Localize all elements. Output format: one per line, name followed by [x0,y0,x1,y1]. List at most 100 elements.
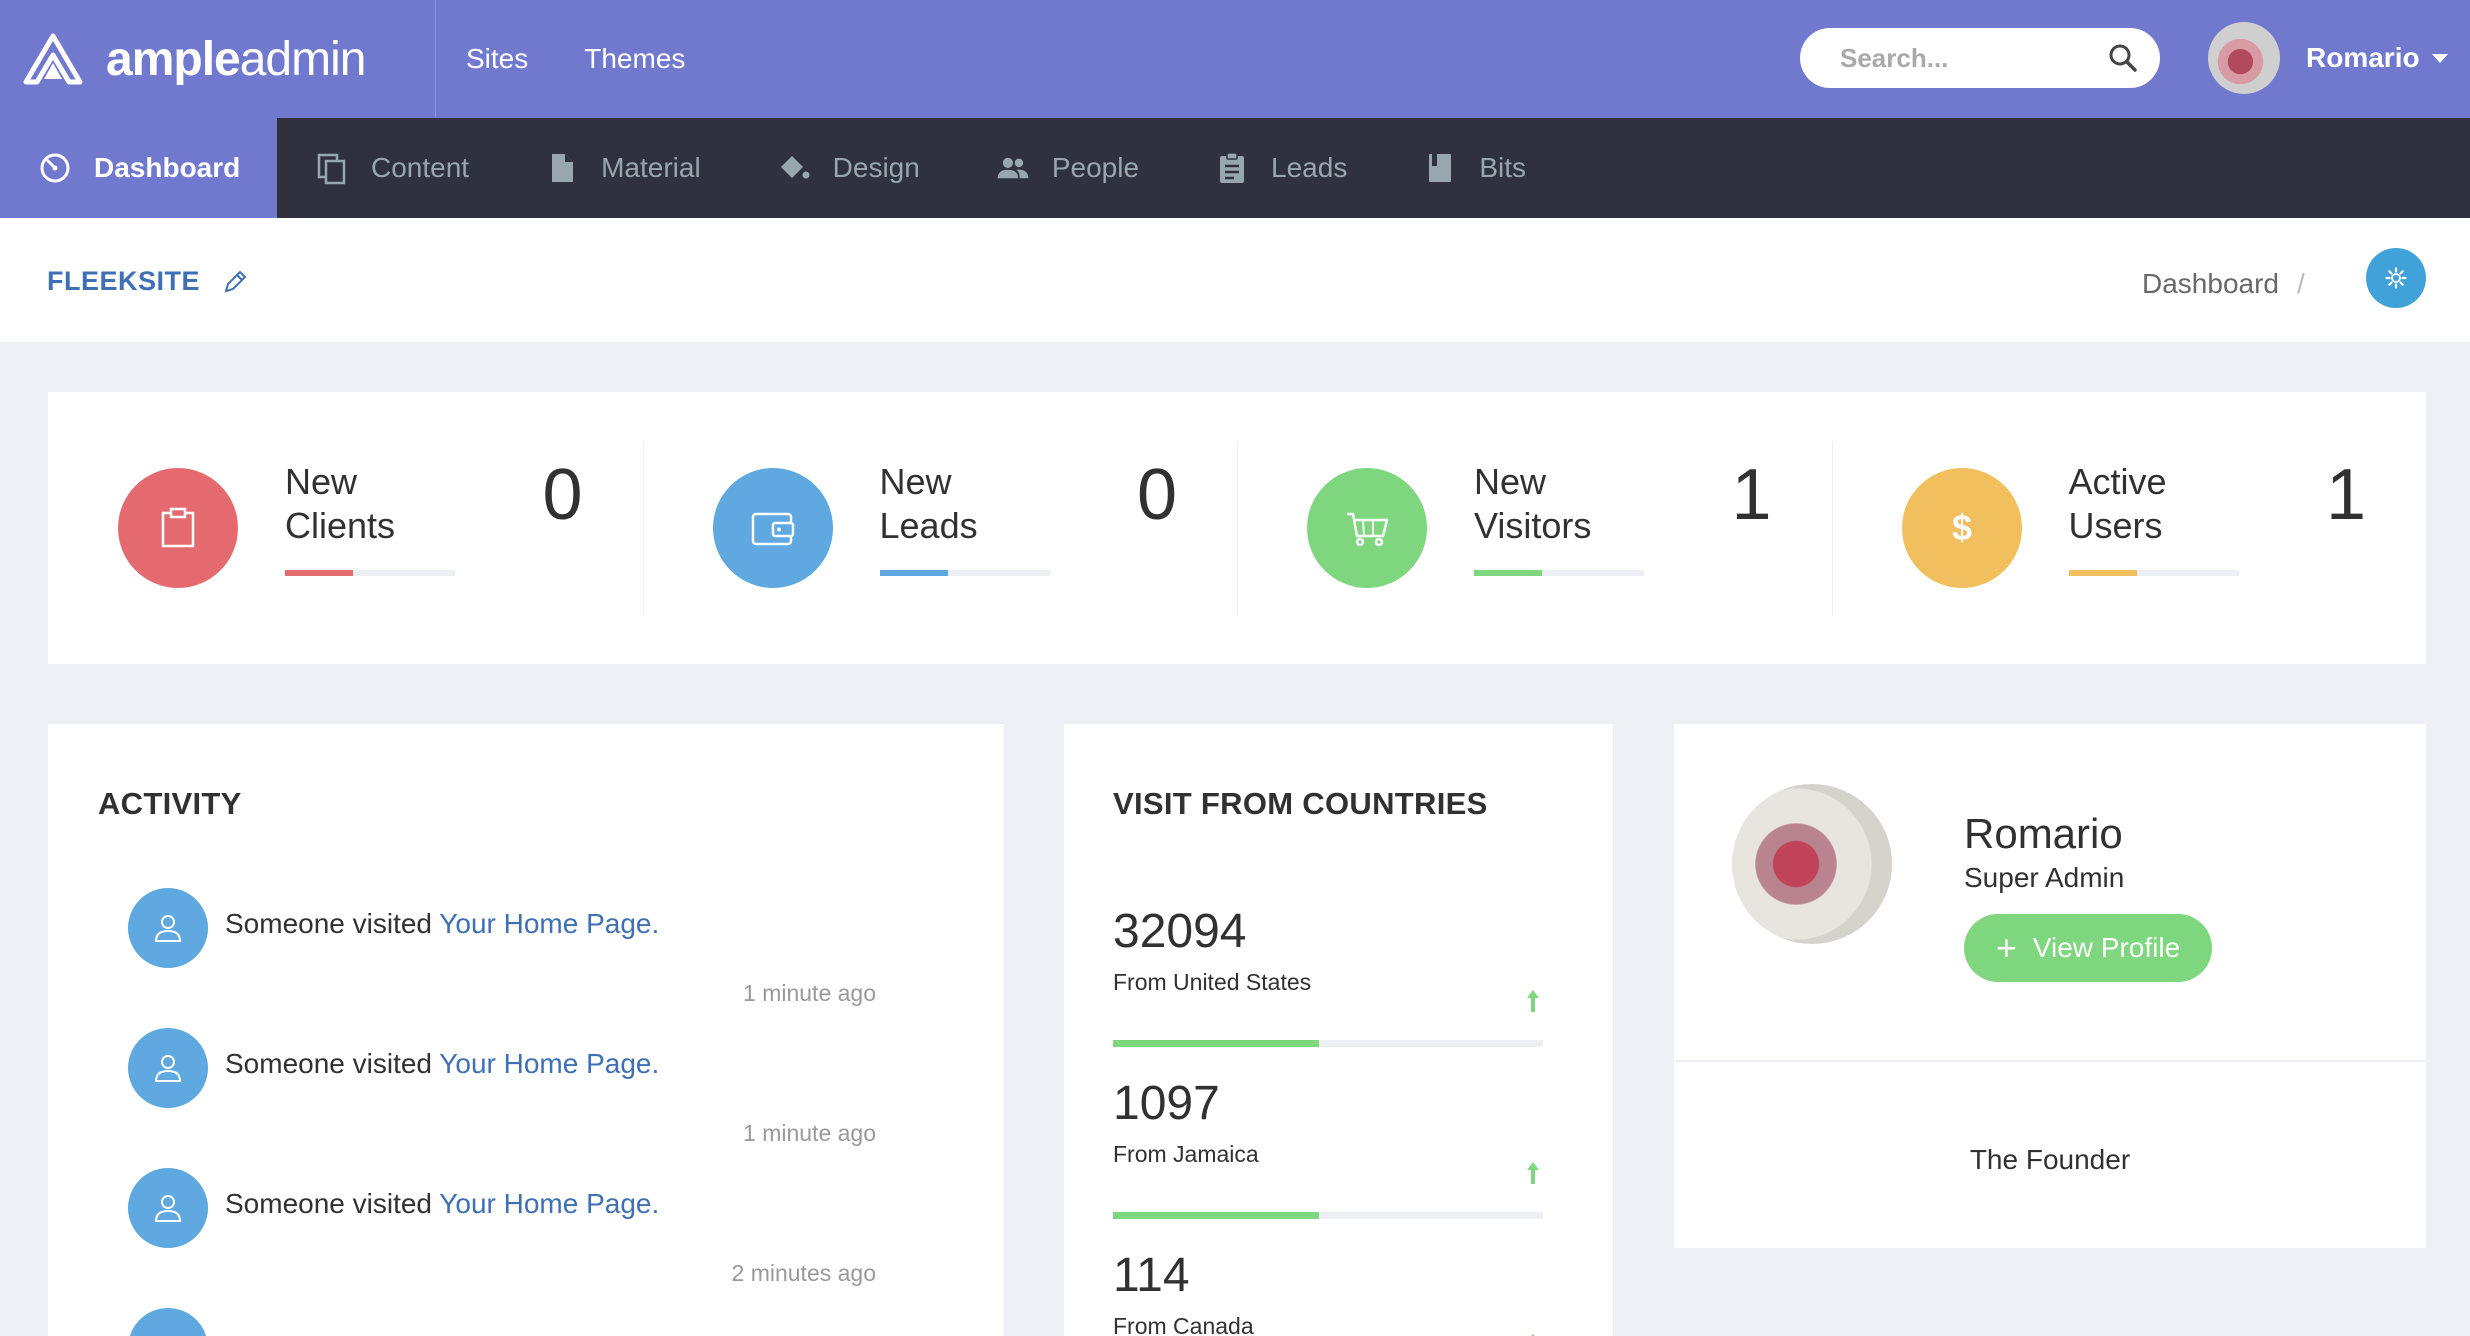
search-icon[interactable] [2108,43,2138,73]
nav-material[interactable]: Material [507,118,739,218]
activity-time: 1 minute ago [743,980,876,1006]
country-progress-fill [1113,1040,1320,1047]
profile-avatar[interactable] [1732,784,1892,944]
people-icon [996,151,1030,185]
stat-value: 1 [1731,455,1772,535]
page-header: FLEEKSITE Dashboard / [0,218,2470,342]
activity-card: ACTIVITY Someone visited Your Home Page.… [48,724,1004,1336]
nav-people[interactable]: People [958,118,1177,218]
nav-content[interactable]: Content [277,118,507,218]
country-progress [1113,1212,1543,1219]
stat-progress-fill [1474,570,1542,576]
nav-label: Content [371,152,470,183]
user-avatar-icon [128,1028,208,1108]
search-box [1800,28,2160,88]
stats-panel: New Clients 0 New Leads 0 New Visitors 1… [48,392,2426,664]
country-row: 114 From Canada [1113,1248,1543,1336]
ample-logo-icon [23,33,83,85]
top-nav-themes[interactable]: Themes [584,43,685,75]
nav-label: Design [832,152,920,183]
activity-link[interactable]: Your Home Page. [439,1048,659,1079]
activity-text: Someone visited Your Home Page. [225,908,660,939]
nav-label: People [1051,152,1140,183]
dollar-icon: $ [1951,507,1971,548]
logo[interactable]: ampleadmin [0,0,436,118]
design-icon [777,151,811,185]
nav-bits[interactable]: Bits [1385,118,1564,218]
content-icon [315,151,349,185]
list-item: Someone visited Your Home Page. 1 minute… [128,1028,958,1158]
nav-design[interactable]: Design [739,118,958,218]
profile-header: Romario Super Admin + View Profile [1674,724,2426,1062]
nav-dashboard[interactable]: Dashboard [0,118,277,218]
nav-leads[interactable]: Leads [1177,118,1385,218]
country-visits: 1097 [1113,1077,1220,1130]
cart-icon [1347,512,1389,547]
avatar[interactable] [2208,22,2280,94]
profile-card: Romario Super Admin + View Profile The F… [1674,724,2426,1248]
user-name[interactable]: Romario [2306,42,2420,74]
stat-value: 0 [1136,455,1177,535]
site-name: FLEEKSITE [47,266,201,296]
stat-label: New Leads [879,461,978,546]
chevron-down-icon[interactable] [2431,53,2448,63]
stat-progress-fill [285,570,353,576]
user-menu[interactable]: Romario [2208,22,2448,94]
list-item: Someone visited Your Home Page. 1 minute… [128,888,958,1018]
country-label: From Jamaica [1113,1141,1259,1167]
activity-time: 1 minute ago [743,1120,876,1146]
settings-button[interactable] [2366,248,2426,308]
plus-icon: + [1995,927,2017,968]
view-profile-label: View Profile [2032,932,2181,963]
activity-link[interactable]: Your Home Page. [439,908,659,939]
top-bar: ampleadmin Sites Themes Romario [0,0,2470,118]
country-label: From United States [1113,969,1312,995]
stat-label: New Visitors [1474,461,1592,546]
stat-circle [1307,468,1427,588]
wallet-icon [751,512,794,546]
country-progress-fill [1113,1212,1320,1219]
breadcrumb: Dashboard / [2142,268,2305,300]
country-row: 1097 From Jamaica [1113,1076,1543,1219]
nav-label: Dashboard [94,152,241,183]
activity-link[interactable]: Your Home Page. [439,1188,659,1219]
countries-title: VISIT FROM COUNTRIES [1113,786,1488,821]
search-input[interactable] [1840,42,2100,74]
gear-icon [2385,267,2407,289]
page-title: FLEEKSITE [47,266,248,297]
svg-text:$: $ [1951,507,1971,548]
activity-title: ACTIVITY [98,786,242,821]
breadcrumb-dashboard[interactable]: Dashboard [2142,268,2279,299]
user-avatar-icon [128,888,208,968]
stat-new-clients: New Clients 0 [48,392,643,664]
view-profile-button[interactable]: + View Profile [1964,914,2212,982]
clipboard-icon [161,507,195,548]
arrow-up-icon [1527,990,1539,1012]
bits-icon [1423,151,1457,185]
top-nav-sites[interactable]: Sites [466,43,528,75]
profile-footer: The Founder [1969,1144,2131,1175]
stat-new-visitors: New Visitors 1 [1237,392,1832,664]
stat-circle: $ [1901,468,2022,588]
stat-progress-fill [879,570,948,576]
edit-pencil-icon[interactable] [222,269,248,295]
stat-progress [285,570,455,576]
user-avatar-icon [128,1168,208,1248]
country-visits: 114 [1113,1249,1190,1302]
stat-value: 1 [2325,455,2366,535]
stat-progress [1474,570,1644,576]
stat-active-users: $ Active Users 1 [1831,392,2427,664]
stat-label: Active Users [2068,461,2167,546]
arrow-up-icon [1527,1162,1539,1184]
activity-text: Someone visited Your Home Page. [225,1188,660,1219]
dashboard-icon [38,151,72,185]
stat-progress [879,570,1050,576]
country-progress [1113,1040,1543,1047]
profile-name: Romario [1964,810,2123,857]
stat-progress-fill [2068,570,2137,576]
nav-label: Bits [1479,152,1527,183]
nav-label: Material [601,152,701,183]
activity-time: 2 minutes ago [731,1260,876,1286]
stat-circle [712,468,833,588]
country-label: From Canada [1113,1313,1254,1336]
